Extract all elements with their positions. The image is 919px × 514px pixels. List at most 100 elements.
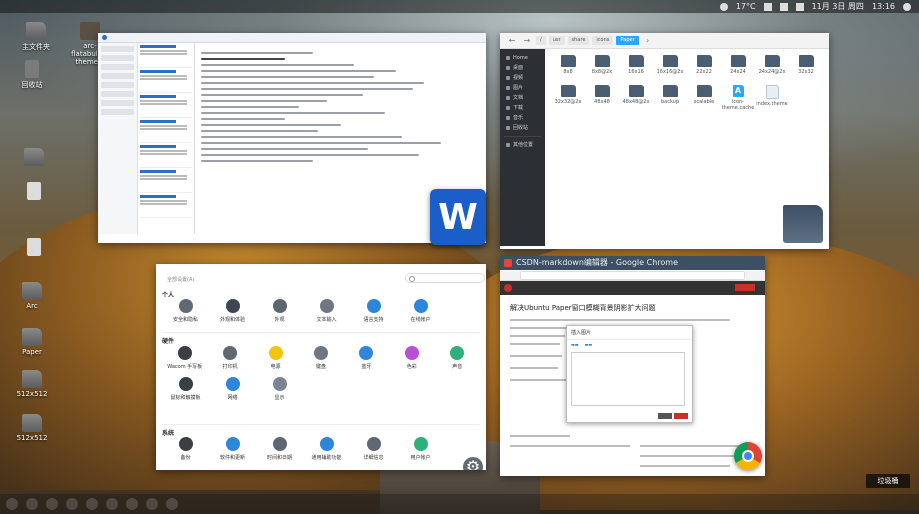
settings-item[interactable]: 色彩: [389, 346, 434, 370]
breadcrumb-usr[interactable]: usr: [548, 36, 565, 45]
cancel-button[interactable]: [658, 413, 672, 419]
desktop-icon-folder[interactable]: [12, 148, 56, 168]
desktop-icon-home[interactable]: 主文件夹: [14, 22, 58, 52]
power-icon[interactable]: [903, 2, 911, 11]
publish-button[interactable]: [735, 284, 755, 291]
forward-arrow-icon[interactable]: →: [521, 36, 533, 46]
settings-item[interactable]: 键盘: [298, 346, 343, 370]
sidebar-item-videos[interactable]: 视频: [500, 73, 545, 83]
next-arrow-icon[interactable]: ›: [642, 36, 654, 46]
settings-item[interactable]: 蓝牙: [344, 346, 389, 370]
image-url-input[interactable]: [571, 352, 685, 406]
file-item[interactable]: 8x8@2x: [585, 55, 619, 83]
file-item[interactable]: 16x16: [619, 55, 653, 83]
dock-app-icon[interactable]: [26, 498, 38, 510]
dock-app-icon[interactable]: [146, 498, 158, 510]
file-item[interactable]: 32x32@2x: [551, 85, 585, 113]
back-arrow-icon[interactable]: ←: [506, 36, 518, 46]
file-item[interactable]: 22x22: [687, 55, 721, 83]
sidebar-item-home[interactable]: Home: [500, 53, 545, 63]
settings-item[interactable]: 鼠标和触摸板: [162, 377, 209, 401]
dock-app-icon[interactable]: [46, 498, 58, 510]
file-item[interactable]: 32x32: [789, 55, 823, 83]
desktop-icon-doc[interactable]: [12, 182, 56, 202]
settings-item[interactable]: 时间和日期: [256, 437, 303, 461]
settings-item[interactable]: 文本输入: [303, 299, 350, 323]
desktop-icon-trash[interactable]: 回收站: [10, 60, 54, 90]
file-item[interactable]: 8x8: [551, 55, 585, 83]
desktop-icon-512b[interactable]: 512x512: [10, 414, 54, 442]
file-item[interactable]: 24x24@2x: [755, 55, 789, 83]
sidebar-item-documents[interactable]: 文档: [500, 93, 545, 103]
csdn-logo-icon[interactable]: [504, 284, 512, 292]
sidebar-item-pictures[interactable]: 图片: [500, 83, 545, 93]
file-item[interactable]: 16x16@2x: [653, 55, 687, 83]
network-icon[interactable]: [779, 2, 788, 11]
dock-app-icon[interactable]: [126, 498, 138, 510]
settings-item[interactable]: 通用辅助功能: [303, 437, 350, 461]
settings-item[interactable]: 在线帐户: [397, 299, 444, 323]
temperature[interactable]: 17°C: [736, 2, 756, 11]
settings-item[interactable]: 安全和隐私: [162, 299, 209, 323]
list-item[interactable]: [140, 145, 192, 168]
file-item[interactable]: scalable: [687, 85, 721, 113]
settings-item[interactable]: Wacom 手写板: [162, 346, 207, 370]
settings-item[interactable]: 备份: [162, 437, 209, 461]
list-item[interactable]: [140, 120, 192, 143]
breadcrumb-share[interactable]: share: [567, 36, 590, 45]
date[interactable]: 11月 3日 周四: [812, 1, 864, 12]
file-item[interactable]: index.theme: [755, 85, 789, 113]
sidebar-item-downloads[interactable]: 下载: [500, 103, 545, 113]
file-item[interactable]: Aicon-theme.cache: [721, 85, 755, 113]
settings-item[interactable]: 详细信息: [350, 437, 397, 461]
list-item[interactable]: [140, 95, 192, 118]
dock-app-icon[interactable]: [6, 498, 18, 510]
desktop-icon-512[interactable]: 512x512: [10, 370, 54, 398]
desktop-icon-doc[interactable]: [12, 238, 56, 258]
desktop-icon-paper[interactable]: Paper: [10, 328, 54, 356]
search-input[interactable]: [405, 273, 485, 283]
volume-icon[interactable]: [795, 2, 804, 11]
settings-window[interactable]: 全部设置(A) 个人 安全和隐私 外观和体验 外观 文本输入 语言支持 在线帐户 硬件 Waco…: [156, 264, 486, 470]
weather-icon[interactable]: [719, 2, 728, 11]
settings-item[interactable]: 外观: [256, 299, 303, 323]
list-item[interactable]: [140, 170, 192, 193]
settings-item[interactable]: 声音: [435, 346, 480, 370]
dock-app-icon[interactable]: [166, 498, 178, 510]
sidebar-item-music[interactable]: 音乐: [500, 113, 545, 123]
settings-item[interactable]: 电源: [253, 346, 298, 370]
settings-item[interactable]: 网络: [209, 377, 256, 401]
settings-item[interactable]: 打印机: [207, 346, 252, 370]
breadcrumb-icons[interactable]: icons: [592, 36, 614, 45]
desktop-icon-arc[interactable]: Arc: [10, 282, 54, 310]
insert-image-dialog[interactable]: 插入图片 ▬▬ ▬▬: [566, 325, 693, 423]
file-item[interactable]: 24x24: [721, 55, 755, 83]
settings-item[interactable]: 软件和更新: [209, 437, 256, 461]
settings-item[interactable]: 用户帐户: [397, 437, 444, 461]
chrome-omnibox[interactable]: [500, 271, 765, 281]
bluetooth-icon[interactable]: [763, 2, 772, 11]
list-item[interactable]: [140, 45, 192, 68]
settings-item[interactable]: 显示: [256, 377, 303, 401]
settings-item[interactable]: 外观和体验: [209, 299, 256, 323]
wps-menu-icon[interactable]: [102, 35, 107, 40]
breadcrumb-paper[interactable]: Paper: [616, 36, 639, 45]
confirm-button[interactable]: [674, 413, 688, 419]
sidebar-item-desktop[interactable]: 桌面: [500, 63, 545, 73]
dock-app-icon[interactable]: [106, 498, 118, 510]
tab-url[interactable]: ▬▬: [585, 342, 593, 347]
wps-window[interactable]: [98, 33, 486, 243]
clock[interactable]: 13:16: [872, 2, 895, 11]
list-item[interactable]: [140, 70, 192, 93]
file-manager-window[interactable]: ← → / usr share icons Paper › Home 桌面 视频…: [500, 33, 829, 249]
gear-icon[interactable]: ⚙: [463, 457, 483, 470]
dock-app-icon[interactable]: [66, 498, 78, 510]
file-item[interactable]: 48x48@2x: [619, 85, 653, 113]
chrome-logo-icon[interactable]: [734, 442, 762, 470]
tab-upload[interactable]: ▬▬: [571, 342, 579, 347]
sidebar-item-trash[interactable]: 回收站: [500, 123, 545, 133]
sidebar-item-other[interactable]: 其他位置: [500, 140, 545, 150]
list-item[interactable]: [140, 195, 192, 218]
breadcrumb-root[interactable]: /: [536, 36, 546, 45]
settings-item[interactable]: 语言支持: [350, 299, 397, 323]
